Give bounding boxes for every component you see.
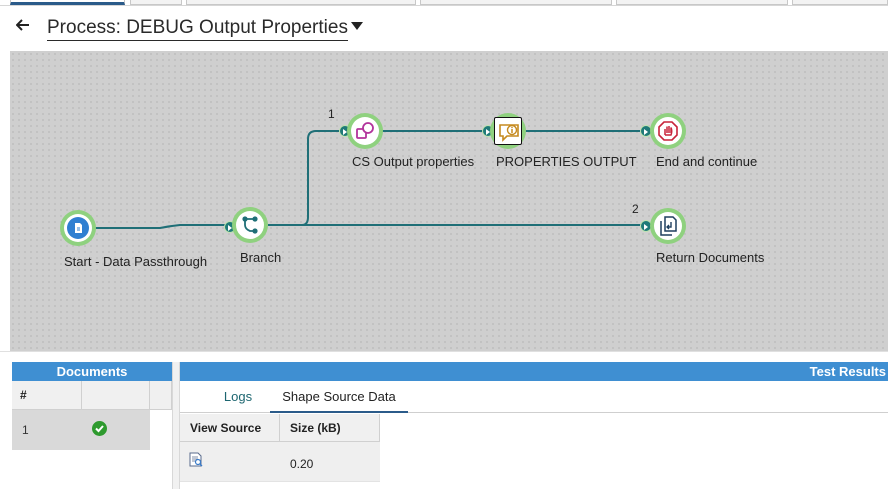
- document-icon: [75, 223, 82, 233]
- branch-number: 2: [632, 202, 639, 216]
- size-value: 0.20: [290, 457, 314, 471]
- documents-panel: Documents # 1: [12, 362, 172, 489]
- table-row: 0.20: [180, 442, 380, 482]
- documents-panel-title: Documents: [12, 362, 172, 381]
- shape-label: Branch: [240, 250, 282, 265]
- tab[interactable]: [792, 0, 888, 5]
- process-header: Process: DEBUG Output Properties: [0, 6, 888, 51]
- process-editor: Process: DEBUG Output Properties Start -…: [0, 0, 888, 489]
- stop-hand-icon: [658, 121, 678, 141]
- panel-divider: [0, 351, 888, 352]
- tab[interactable]: [186, 0, 416, 5]
- column-header-size: Size (kB): [280, 414, 380, 442]
- test-results-title: Test Results: [180, 362, 888, 381]
- process-canvas[interactable]: Start - Data Passthrough Branch 1 2 CS O…: [10, 51, 888, 351]
- tab[interactable]: [616, 0, 788, 5]
- shape-return-documents[interactable]: [650, 208, 686, 244]
- shape-properties-output[interactable]: [490, 113, 526, 149]
- tab[interactable]: [420, 0, 612, 5]
- tab-active[interactable]: [10, 0, 125, 5]
- shape-end-continue[interactable]: [650, 113, 686, 149]
- shape-label: PROPERTIES OUTPUT: [496, 154, 637, 169]
- panel-splitter[interactable]: [172, 362, 180, 489]
- test-results-panel: Test Results Logs Shape Source Data View…: [180, 362, 888, 489]
- document-number: 1: [22, 423, 29, 437]
- column-header-spacer: [150, 381, 172, 410]
- message-info-icon: [499, 124, 519, 142]
- document-view-icon[interactable]: [189, 452, 203, 467]
- tab[interactable]: [130, 0, 182, 5]
- connection-wires: [90, 130, 660, 229]
- column-header-view-source: View Source: [180, 414, 280, 442]
- shape-label: CS Output properties: [352, 154, 475, 169]
- shape-label: End and continue: [656, 154, 758, 169]
- branch-icon: [242, 216, 258, 234]
- column-header-number: #: [12, 381, 82, 410]
- process-title[interactable]: Process: DEBUG Output Properties: [47, 17, 348, 41]
- tab-logs[interactable]: Logs: [216, 381, 260, 413]
- column-header-status: [82, 381, 150, 410]
- document-row[interactable]: 1: [12, 410, 150, 450]
- shape-branch[interactable]: [232, 207, 268, 243]
- arrow-left-icon[interactable]: [15, 17, 36, 37]
- shape-start[interactable]: [60, 210, 96, 246]
- results-tab-bar: Logs Shape Source Data: [180, 381, 888, 413]
- tab-shape-source-data[interactable]: Shape Source Data: [270, 381, 408, 413]
- return-documents-icon: [660, 216, 677, 236]
- check-circle-icon: [92, 421, 107, 436]
- shapes-icon: [356, 122, 374, 139]
- branch-number: 1: [328, 107, 335, 121]
- shape-label: Start - Data Passthrough: [64, 254, 208, 269]
- caret-down-icon[interactable]: [351, 22, 363, 30]
- shape-cs-output[interactable]: [347, 113, 383, 149]
- shape-label: Return Documents: [656, 250, 765, 265]
